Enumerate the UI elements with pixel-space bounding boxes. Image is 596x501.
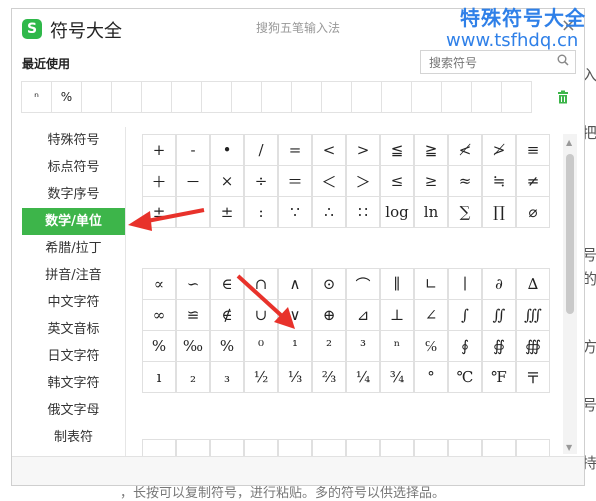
arrow-to-symbol [236,274,295,329]
annotation-arrows [128,208,295,329]
arrow-to-category [128,208,205,231]
